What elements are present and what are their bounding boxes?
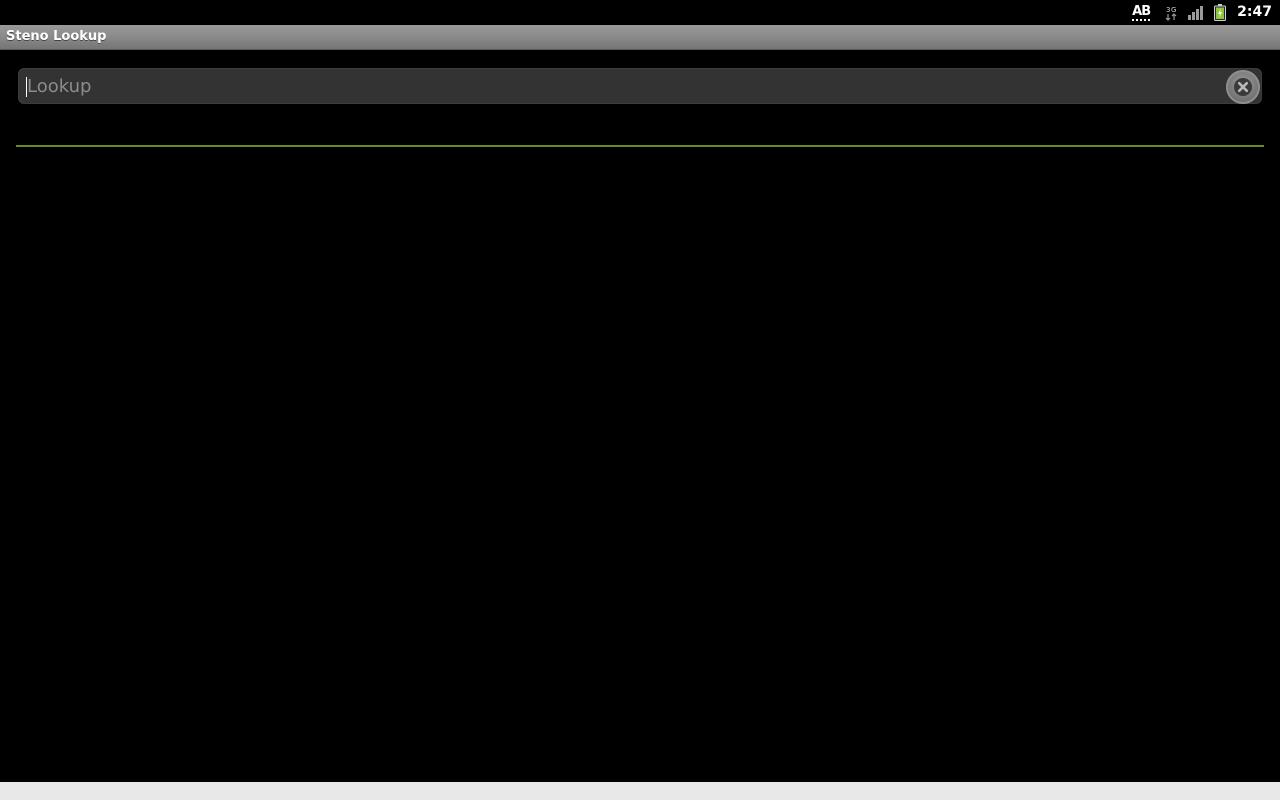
keyboard-ime-icon: AB xyxy=(1129,0,1153,25)
system-bar xyxy=(0,782,1280,800)
results-list[interactable] xyxy=(16,150,1264,778)
status-icons: AB 3 G 2:47 xyxy=(1129,0,1272,25)
clear-button[interactable] xyxy=(1226,70,1260,104)
battery-icon xyxy=(1213,0,1227,25)
screen: AB 3 G 2:47 Steno Lookup Lookup xyxy=(0,0,1280,800)
svg-text:G: G xyxy=(1171,6,1176,14)
ime-label: AB xyxy=(1132,3,1151,21)
search-field[interactable] xyxy=(18,68,1262,104)
text-caret xyxy=(26,77,27,97)
status-bar: AB 3 G 2:47 xyxy=(0,0,1280,25)
app-title: Steno Lookup xyxy=(6,29,107,44)
title-bar: Steno Lookup xyxy=(0,25,1280,50)
data-3g-icon: 3 G xyxy=(1163,0,1179,25)
signal-strength-icon xyxy=(1187,0,1205,25)
clock: 2:47 xyxy=(1237,4,1272,20)
results-divider xyxy=(16,145,1264,147)
close-circle-icon xyxy=(1234,78,1252,96)
search-input[interactable] xyxy=(25,69,1219,103)
svg-text:3: 3 xyxy=(1166,6,1170,14)
